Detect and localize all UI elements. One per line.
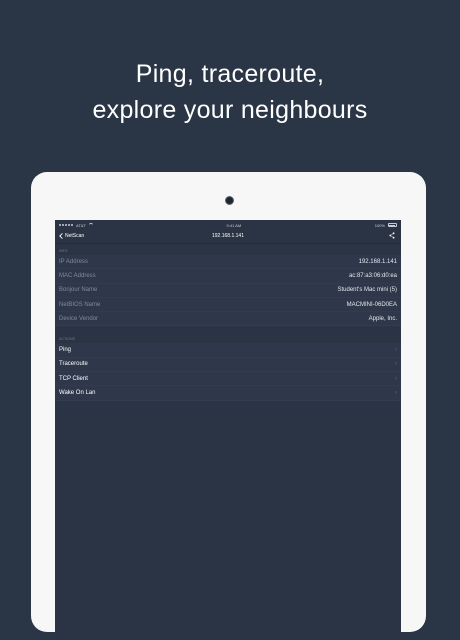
info-row-netbios-name: NetBIOS Name MACMINI-06D0EA [55,297,401,313]
info-list: IP Address 192.168.1.141 MAC Address ac:… [55,255,401,327]
info-value: Student's Mac mini (5) [337,287,398,294]
wifi-icon [88,223,93,227]
action-tcp-client[interactable]: TCP Client › [55,372,401,387]
action-label: TCP Client [59,375,88,382]
action-ping[interactable]: Ping › [55,343,401,358]
info-label: MAC Address [59,272,96,279]
navigation-bar: NetScan 192.168.1.141 [55,230,401,244]
actions-list: Ping › Traceroute › TCP Client › Wake On… [55,343,401,401]
carrier-label: AT&T [76,222,86,228]
info-value: Apple, Inc. [368,315,397,322]
info-label: IP Address [59,258,88,265]
info-label: Bonjour Name [59,287,98,294]
info-label: NetBIOS Name [59,301,101,308]
share-icon[interactable] [389,232,395,239]
action-label: Wake On Lan [59,390,96,397]
actions-section-header: ACTIONS [59,337,75,342]
info-row-ip-address: IP Address 192.168.1.141 [55,255,401,270]
battery-percent: 100% [374,222,385,228]
chevron-right-icon: › [395,347,397,354]
info-label: Device Vendor [59,315,99,322]
info-row-bonjour-name: Bonjour Name Student's Mac mini (5) [55,283,401,298]
page-title: 192.168.1.141 [212,233,244,239]
info-row-device-vendor: Device Vendor Apple, Inc. [55,312,401,327]
status-bar: AT&T 9:41 AM 100% [55,220,401,230]
action-wake-on-lan[interactable]: Wake On Lan › [55,386,401,401]
tablet-frame: AT&T 9:41 AM 100% NetScan 192.168.1.141 [31,172,426,640]
info-section-header: INFO [59,249,68,253]
info-value: MACMINI-06D0EA [346,301,397,308]
chevron-right-icon: › [395,390,397,397]
headline-line-1: Ping, traceroute, [135,60,325,88]
signal-icon [59,224,73,226]
info-value: ac:87:a3:06:d0:ea [348,272,397,279]
headline: Ping, traceroute, explore your neighbour… [0,56,460,128]
status-time: 9:41 AM [226,222,242,228]
camera-icon [225,196,234,205]
action-traceroute[interactable]: Traceroute › [55,357,401,373]
chevron-right-icon: › [395,375,397,382]
info-value: 192.168.1.141 [358,258,397,265]
chevron-right-icon: › [395,361,397,368]
action-label: Traceroute [59,361,88,368]
battery-icon [387,223,397,227]
device-screen: AT&T 9:41 AM 100% NetScan 192.168.1.141 [55,220,401,640]
headline-line-2: explore your neighbours [92,96,368,124]
info-row-mac-address: MAC Address ac:87:a3:06:d0:ea [55,269,401,284]
action-label: Ping [59,347,72,354]
